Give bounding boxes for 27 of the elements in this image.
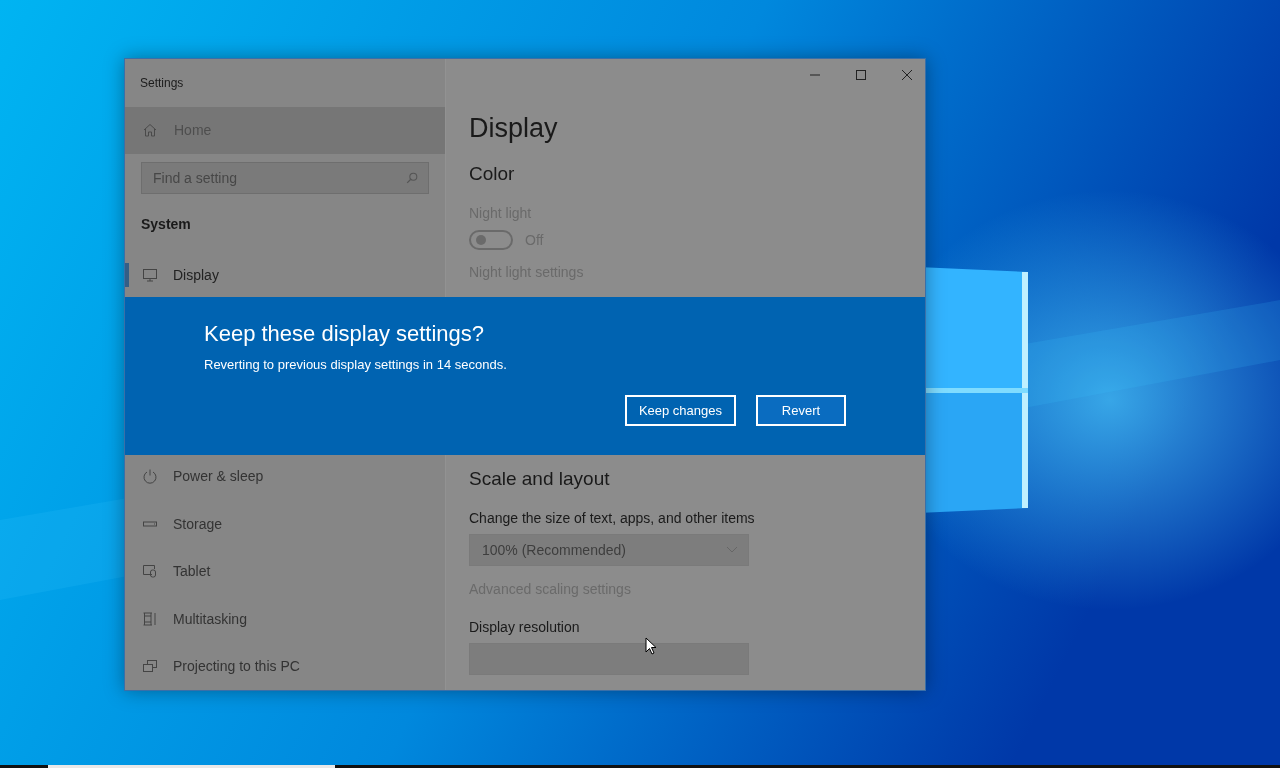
sidebar-item[interactable]: Storage xyxy=(125,499,445,548)
home-icon xyxy=(142,122,158,139)
revert-button[interactable]: Revert xyxy=(756,395,846,426)
monitor-icon xyxy=(142,266,158,283)
maximize-icon[interactable] xyxy=(855,69,867,81)
page-title: Display xyxy=(469,113,558,145)
tablet-icon xyxy=(142,563,158,580)
cursor-icon xyxy=(645,637,657,655)
projector-icon xyxy=(142,658,158,675)
section-heading: Scale and layout xyxy=(469,468,610,491)
power-icon xyxy=(142,468,158,485)
sidebar-item[interactable]: Tablet xyxy=(125,547,445,595)
window-title: Settings xyxy=(140,75,184,90)
section-heading: Color xyxy=(469,163,515,186)
sidebar-item[interactable]: Power & sleep xyxy=(125,452,445,500)
sidebar-item[interactable]: Projecting to this PC xyxy=(125,642,445,690)
multitask-icon xyxy=(142,610,158,627)
setting-label: Display resolution xyxy=(469,619,580,635)
close-icon[interactable] xyxy=(901,69,913,81)
sidebar-item[interactable]: Multitasking xyxy=(125,594,445,643)
sidebar-item[interactable]: Display xyxy=(125,250,445,299)
keep-button[interactable]: Keep changes xyxy=(624,395,736,426)
dialog-title: Keep these display settings? xyxy=(204,321,485,347)
search-icon xyxy=(405,171,419,186)
dialog-message: Reverting to previous display settings in 14 seconds. xyxy=(204,357,507,372)
setting-label: Change the size of text, apps, and other items xyxy=(469,510,755,526)
section-heading: System xyxy=(141,216,192,235)
